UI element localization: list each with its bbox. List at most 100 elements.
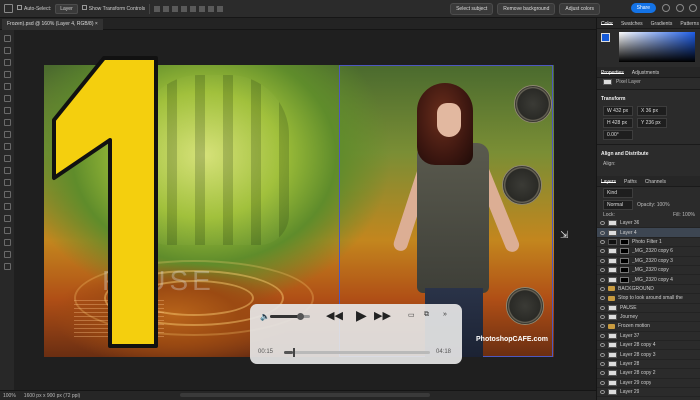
tab-channels[interactable]: Channels bbox=[645, 179, 666, 185]
auto-select-dropdown[interactable]: Layer bbox=[55, 3, 78, 14]
eraser-icon[interactable] bbox=[3, 143, 11, 150]
height-field[interactable]: H 428 px bbox=[603, 118, 633, 128]
visibility-eye-icon[interactable] bbox=[600, 239, 605, 244]
layer-row[interactable]: Stop to look around small the bbox=[597, 294, 700, 304]
progress-bar[interactable] bbox=[284, 348, 430, 357]
path-select-icon[interactable] bbox=[3, 215, 11, 222]
tab-patterns[interactable]: Patterns bbox=[680, 21, 699, 27]
layer-row[interactable]: Layer 28 bbox=[597, 360, 700, 370]
layer-mask-thumbnail[interactable] bbox=[620, 248, 629, 255]
marquee-icon[interactable] bbox=[3, 47, 11, 54]
shape-icon[interactable] bbox=[3, 227, 11, 234]
document-tab[interactable]: Frozen).psd @ 160% (Layer 4, RGB/8) × bbox=[2, 19, 103, 30]
visibility-eye-icon[interactable] bbox=[600, 352, 605, 357]
visibility-eye-icon[interactable] bbox=[600, 286, 605, 291]
layer-row[interactable]: BACKGROUND bbox=[597, 285, 700, 295]
workspace-icon[interactable] bbox=[676, 4, 684, 12]
visibility-eye-icon[interactable] bbox=[600, 268, 605, 273]
volume-icon[interactable]: 🔈 bbox=[260, 312, 270, 321]
tab-layers[interactable]: Layers bbox=[601, 179, 617, 185]
progress-scrubber[interactable] bbox=[292, 348, 295, 357]
rewind-icon[interactable]: ◀◀ bbox=[326, 309, 343, 322]
layer-row[interactable]: Layer 29 copy bbox=[597, 379, 700, 389]
brush-icon[interactable] bbox=[3, 107, 11, 114]
pen-icon[interactable] bbox=[3, 191, 11, 198]
layer-row[interactable]: _MG_2320 copy 6 bbox=[597, 247, 700, 257]
tab-adjustments[interactable]: Adjustments bbox=[632, 70, 660, 76]
expand-icon[interactable]: » bbox=[443, 311, 447, 318]
close-icon[interactable]: × bbox=[95, 21, 98, 27]
layer-row[interactable]: Photo Filter 1 bbox=[597, 238, 700, 248]
healing-icon[interactable] bbox=[3, 95, 11, 102]
fill-field[interactable]: Fill: 100% bbox=[673, 212, 695, 218]
tab-paths[interactable]: Paths bbox=[624, 179, 637, 185]
visibility-eye-icon[interactable] bbox=[600, 249, 605, 254]
tab-gradients[interactable]: Gradients bbox=[651, 21, 673, 27]
layer-mask-thumbnail[interactable] bbox=[620, 257, 629, 264]
opacity-field[interactable]: Opacity: 100% bbox=[637, 202, 670, 208]
layer-row[interactable]: _MG_2320 copy bbox=[597, 266, 700, 276]
eyedropper-icon[interactable] bbox=[3, 83, 11, 90]
layer-row[interactable]: Layer 28 copy 4 bbox=[597, 341, 700, 351]
layer-row[interactable]: _MG_2320 copy 3 bbox=[597, 257, 700, 266]
kind-filter[interactable]: Kind bbox=[603, 188, 633, 198]
layer-row[interactable]: Layer 36 bbox=[597, 219, 700, 229]
type-icon[interactable] bbox=[3, 203, 11, 210]
panel-toggle-icon[interactable] bbox=[689, 4, 697, 12]
layer-row[interactable]: Layer 37 bbox=[597, 332, 700, 342]
layer-mask-thumbnail[interactable] bbox=[620, 238, 629, 245]
zoom-level[interactable]: 100% bbox=[3, 393, 16, 399]
share-button[interactable]: Share bbox=[630, 3, 656, 13]
x-field[interactable]: X 36 px bbox=[637, 106, 667, 116]
edit-toolbar-icon[interactable] bbox=[3, 263, 11, 270]
search-icon[interactable] bbox=[662, 4, 670, 12]
stamp-icon[interactable] bbox=[3, 119, 11, 126]
visibility-eye-icon[interactable] bbox=[600, 305, 605, 310]
airplay-icon[interactable]: ▭ bbox=[408, 311, 415, 319]
foreground-color-swatch[interactable] bbox=[601, 33, 610, 42]
layer-row[interactable]: Layer 28 copy 2 bbox=[597, 369, 700, 379]
pip-icon[interactable]: ⧉ bbox=[424, 311, 429, 319]
visibility-eye-icon[interactable] bbox=[600, 333, 605, 338]
lasso-icon[interactable] bbox=[3, 59, 11, 66]
zoom-icon[interactable] bbox=[3, 251, 11, 258]
remove-background-button[interactable]: Remove background bbox=[497, 2, 556, 15]
visibility-eye-icon[interactable] bbox=[600, 371, 605, 376]
play-icon[interactable]: ▶ bbox=[356, 307, 367, 324]
layer-row[interactable]: Frozen motion bbox=[597, 322, 700, 332]
tab-properties[interactable]: Properties bbox=[601, 70, 624, 76]
tab-color[interactable]: Color bbox=[601, 21, 613, 27]
visibility-eye-icon[interactable] bbox=[600, 315, 605, 320]
visibility-eye-icon[interactable] bbox=[600, 324, 605, 329]
visibility-eye-icon[interactable] bbox=[600, 390, 605, 395]
y-field[interactable]: Y 236 px bbox=[637, 118, 667, 128]
layer-row[interactable]: _MG_2320 copy 4 bbox=[597, 275, 700, 285]
history-brush-icon[interactable] bbox=[3, 131, 11, 138]
layer-mask-thumbnail[interactable] bbox=[620, 276, 629, 283]
visibility-eye-icon[interactable] bbox=[600, 258, 605, 263]
blend-mode-select[interactable]: Normal bbox=[603, 200, 633, 210]
crop-icon[interactable] bbox=[3, 71, 11, 78]
auto-select-checkbox[interactable]: Auto-Select: bbox=[17, 5, 51, 12]
layer-row[interactable]: Layer 28 copy 3 bbox=[597, 350, 700, 360]
tab-swatches[interactable]: Swatches bbox=[621, 21, 643, 27]
adjust-colors-button[interactable]: Adjust colors bbox=[559, 2, 600, 15]
layer-row[interactable]: Layer 29 bbox=[597, 388, 700, 398]
visibility-eye-icon[interactable] bbox=[600, 296, 605, 301]
canvas-area[interactable]: PAUSE PhotoshopCAFE.com 1 🔈 bbox=[14, 30, 596, 390]
video-player-controls[interactable]: 🔈 ◀◀ ▶ ▶▶ ▭ ⧉ » 00:15 04:18 bbox=[250, 304, 462, 364]
width-field[interactable]: W 432 px bbox=[603, 106, 633, 116]
dodge-icon[interactable] bbox=[3, 179, 11, 186]
layer-row[interactable]: PAUSE bbox=[597, 304, 700, 313]
move-tool-icon[interactable] bbox=[4, 4, 13, 13]
visibility-eye-icon[interactable] bbox=[600, 380, 605, 385]
show-transform-checkbox[interactable]: Show Transform Controls bbox=[81, 5, 145, 12]
visibility-eye-icon[interactable] bbox=[600, 221, 605, 226]
visibility-eye-icon[interactable] bbox=[600, 277, 605, 282]
blur-icon[interactable] bbox=[3, 167, 11, 174]
visibility-eye-icon[interactable] bbox=[600, 343, 605, 348]
visibility-eye-icon[interactable] bbox=[600, 362, 605, 367]
layer-mask-thumbnail[interactable] bbox=[620, 267, 629, 274]
volume-slider[interactable] bbox=[270, 313, 310, 320]
align-buttons[interactable] bbox=[154, 5, 224, 12]
